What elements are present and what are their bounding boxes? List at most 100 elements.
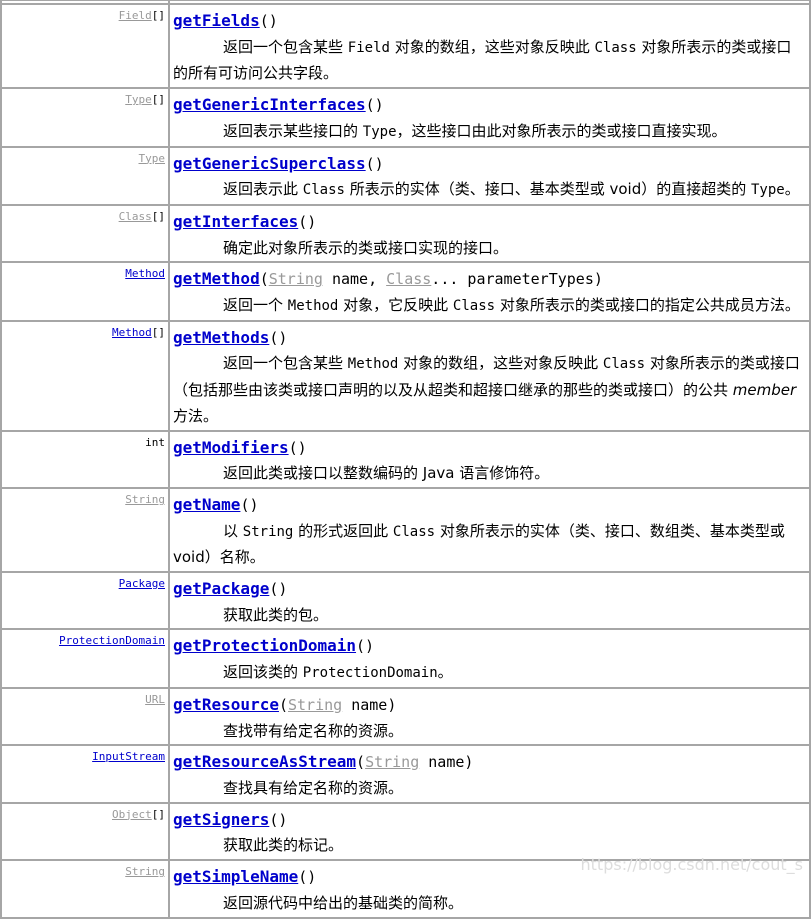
method-row: Method getMethod(String name, Class... p… [0, 261, 811, 322]
description-segment: 返回表示某些接口的 [223, 121, 363, 140]
description-segment: 返回该类的 [223, 663, 303, 682]
return-type-link[interactable]: Type [139, 152, 166, 165]
type-cell: int [0, 429, 170, 489]
method-signature: getResourceAsStream(String name) [173, 752, 474, 772]
method-cell: getGenericSuperclass() 返回表示此 Class 所表示的实… [168, 145, 811, 206]
method-link[interactable]: getInterfaces [173, 212, 298, 231]
method-signature: getModifiers() [173, 437, 307, 457]
return-type: int [145, 435, 165, 449]
description-segment: 获取此类的包。 [223, 605, 329, 624]
description-segment: 方法。 [173, 406, 219, 425]
method-link[interactable]: getGenericInterfaces [173, 95, 366, 114]
method-row: Field[] getFields() 返回一个包含某些 Field 对象的数组… [0, 2, 811, 90]
description-segment: 对象的数组，这些对象反映此 [398, 354, 603, 373]
method-row: URL getResource(String name) 查找带有给定名称的资源… [0, 686, 811, 747]
method-cell: getMethod(String name, Class... paramete… [168, 261, 811, 322]
method-link[interactable]: getSimpleName [173, 867, 298, 886]
description-segment: 查找带有给定名称的资源。 [223, 721, 404, 740]
method-link[interactable]: getResourceAsStream [173, 752, 356, 771]
type-cell: Type[] [0, 87, 170, 148]
description-segment: 获取此类的标记。 [223, 836, 344, 855]
method-cell: getInterfaces() 确定此对象所表示的类或接口实现的接口。 [168, 203, 811, 264]
method-description: 返回一个 Method 对象，它反映此 Class 对象所表示的类或接口的指定公… [173, 293, 805, 320]
method-row: String getName() 以 String 的形式返回此 Class 对… [0, 486, 811, 574]
param-text: ... parameterTypes [431, 270, 594, 289]
method-signature: getGenericSuperclass() [173, 153, 384, 173]
description-segment: 的形式返回此 [293, 521, 393, 540]
description-segment: member [732, 381, 797, 400]
param-type-link[interactable]: String [288, 696, 342, 714]
return-type-link[interactable]: Method [112, 326, 152, 339]
return-type-link[interactable]: String [125, 493, 165, 506]
method-link[interactable]: getMethod [173, 269, 260, 288]
method-link[interactable]: getMethods [173, 328, 269, 347]
method-cell: getPackage() 获取此类的包。 [168, 571, 811, 631]
description-segment: 。 [437, 663, 453, 682]
method-row: Method[] getMethods() 返回一个包含某些 Method 对象… [0, 319, 811, 432]
type-cell: ProtectionDomain [0, 628, 170, 689]
param-type-link[interactable]: String [365, 753, 419, 771]
method-description: 获取此类的包。 [173, 603, 805, 629]
method-cell: getModifiers() 返回此类或接口以整数编码的 Java 语言修饰符。 [168, 429, 811, 489]
description-segment: 对象所表示的类或接口的指定公共成员方法。 [495, 296, 800, 315]
type-cell: URL [0, 686, 170, 747]
method-signature: getSigners() [173, 809, 288, 829]
method-cell: getGenericInterfaces() 返回表示某些接口的 Type，这些… [168, 87, 811, 148]
method-link[interactable]: getFields [173, 11, 260, 30]
method-signature: getName() [173, 494, 259, 514]
description-segment: 返回一个 [223, 296, 288, 315]
method-row: Type getGenericSuperclass() 返回表示此 Class … [0, 145, 811, 206]
method-link[interactable]: getProtectionDomain [173, 636, 356, 655]
method-summary-table: Field[] getFields() 返回一个包含某些 Field 对象的数组… [0, 0, 811, 919]
method-row: Package getPackage() 获取此类的包。 [0, 571, 811, 631]
description-segment: 返回此类或接口以整数编码的 Java 语言修饰符。 [223, 464, 550, 483]
description-segment: 以 [223, 521, 243, 540]
return-type-link[interactable]: URL [145, 693, 165, 706]
description-segment: Class [392, 523, 436, 540]
return-type-link[interactable]: InputStream [92, 750, 165, 763]
method-link[interactable]: getModifiers [173, 438, 289, 457]
method-cell: getResourceAsStream(String name) 查找具有给定名… [168, 744, 811, 804]
method-link[interactable]: getName [173, 495, 240, 514]
method-signature: getResource(String name) [173, 694, 397, 714]
description-segment: 对象，它反映此 [338, 296, 453, 315]
method-link[interactable]: getResource [173, 695, 279, 714]
param-type-link[interactable]: Class [386, 270, 431, 288]
type-cell: Method[] [0, 319, 170, 432]
type-cell: Field[] [0, 2, 170, 90]
description-segment: Field [347, 39, 390, 56]
type-cell: Object[] [0, 801, 170, 862]
return-type-link[interactable]: String [125, 865, 165, 878]
description-segment: Class [594, 39, 637, 56]
method-cell: getMethods() 返回一个包含某些 Method 对象的数组，这些对象反… [168, 319, 811, 432]
method-description: 返回一个包含某些 Method 对象的数组，这些对象反映此 Class 对象所表… [173, 351, 805, 429]
method-signature: getFields() [173, 11, 278, 30]
method-link[interactable]: getGenericSuperclass [173, 154, 366, 173]
method-description: 查找具有给定名称的资源。 [173, 776, 805, 802]
description-segment: 查找具有给定名称的资源。 [223, 778, 404, 797]
description-segment: 返回源代码中给出的基础类的简称。 [223, 893, 464, 912]
return-type-link[interactable]: Field [119, 9, 152, 22]
method-link[interactable]: getSigners [173, 810, 269, 829]
description-segment: Type [751, 182, 785, 199]
return-type-link[interactable]: Method [125, 267, 165, 280]
return-type-link[interactable]: Class [119, 210, 152, 223]
method-description: 返回此类或接口以整数编码的 Java 语言修饰符。 [173, 461, 805, 487]
watermark: https://blog.csdn.net/cout_s [580, 855, 803, 874]
method-signature: getInterfaces() [173, 211, 317, 231]
method-cell: getResource(String name) 查找带有给定名称的资源。 [168, 686, 811, 747]
description-segment: Class [302, 182, 345, 199]
return-type-link[interactable]: Package [119, 577, 165, 590]
return-type-link[interactable]: ProtectionDomain [59, 634, 165, 647]
type-cell: Method [0, 261, 170, 322]
param-type-link[interactable]: String [269, 270, 323, 288]
description-segment: ProtectionDomain [302, 665, 438, 682]
method-link[interactable]: getPackage [173, 579, 269, 598]
method-signature: getMethods() [173, 327, 288, 347]
param-text: name [342, 695, 388, 714]
return-type-link[interactable]: Type [125, 93, 152, 106]
return-type-link[interactable]: Object [112, 808, 152, 821]
description-segment: 。 [784, 180, 800, 199]
method-signature: getProtectionDomain() [173, 636, 375, 656]
method-description: 确定此对象所表示的类或接口实现的接口。 [173, 236, 805, 262]
